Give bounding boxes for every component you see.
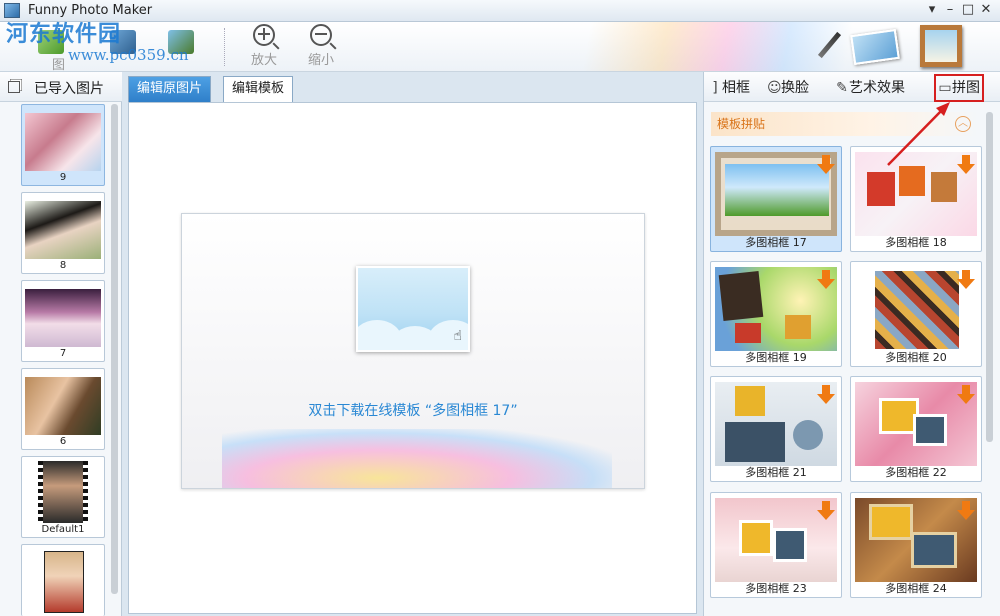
image-thumbnail[interactable]: Default1	[21, 456, 105, 538]
template-caption: 多图相框 22	[885, 466, 947, 479]
download-icon	[817, 155, 835, 175]
thumbnail-caption: 6	[59, 436, 67, 447]
download-icon	[817, 270, 835, 290]
zoom-out-label: 缩小	[307, 53, 334, 68]
maximize-button[interactable]: □	[960, 2, 976, 17]
thumbnail-image	[38, 461, 88, 523]
download-icon	[817, 385, 835, 405]
template-caption: 多图相框 19	[745, 351, 807, 364]
collapse-section-button[interactable]: ︿	[955, 116, 971, 132]
thumbnail-image	[25, 289, 101, 347]
imported-images-header: 已导入图片	[0, 72, 122, 102]
imported-images-title: 已导入图片	[34, 81, 104, 97]
tab-collage-label: 拼图	[952, 80, 980, 96]
tab-frame-label: 相框	[722, 80, 750, 96]
template-caption: 多图相框 24	[885, 582, 947, 595]
thumbnail-caption: 9	[59, 172, 67, 183]
picture-frame-icon	[920, 25, 962, 67]
image-thumbnail[interactable]	[21, 544, 105, 616]
zoom-in-button[interactable]: 放大	[241, 24, 287, 68]
template-item[interactable]: 多图相框 22	[850, 376, 982, 482]
thumbnail-caption: Default1	[41, 524, 85, 535]
title-bar: Funny Photo Maker ▾ – □ ✕	[0, 0, 1000, 22]
effects-tabs: ] 相框 ☺换脸 ✎艺术效果 ▭拼图	[704, 72, 1000, 102]
template-item[interactable]: 多图相框 20	[850, 261, 982, 367]
template-caption: 多图相框 18	[885, 236, 947, 249]
template-caption: 多图相框 21	[745, 466, 807, 479]
frame-icon: ]	[712, 80, 718, 96]
template-item[interactable]: 多图相框 21	[710, 376, 842, 482]
thumbnail-image	[44, 551, 84, 613]
editor-canvas[interactable]: ☝ 双击下载在线模板 “多图相框 17”	[128, 102, 697, 614]
images-icon	[8, 81, 20, 93]
zoom-in-label: 放大	[250, 53, 277, 68]
template-preview-image[interactable]: ☝	[356, 266, 470, 352]
thumbnail-image	[25, 201, 101, 259]
image-thumbnail[interactable]: 8	[21, 192, 105, 274]
zoom-in-icon	[253, 24, 275, 46]
templates-scrollbar[interactable]	[986, 112, 993, 442]
tab-face-swap[interactable]: ☺换脸	[767, 77, 809, 99]
imported-images-panel: 已导入图片 9 8 7 6 Default1	[0, 72, 122, 616]
zoom-out-button[interactable]: 缩小	[298, 24, 344, 68]
template-caption: 多图相框 20	[885, 351, 947, 364]
brush-icon	[815, 30, 843, 58]
tab-art-effects[interactable]: ✎艺术效果	[835, 77, 905, 99]
download-icon	[957, 385, 975, 405]
template-item[interactable]: 多图相框 19	[710, 261, 842, 367]
download-icon	[817, 501, 835, 521]
tab-edit-original[interactable]: 编辑原图片	[128, 76, 212, 102]
template-caption: 多图相框 17	[745, 236, 807, 249]
effects-panel: ] 相框 ☺换脸 ✎艺术效果 ▭拼图 模板拼贴 ︿ 多图相框 17 多图相框 18	[703, 72, 1000, 616]
zoom-out-icon	[310, 24, 332, 46]
download-hint: 双击下载在线模板 “多图相框 17”	[308, 403, 518, 419]
template-item[interactable]: 多图相框 24	[850, 492, 982, 598]
image-thumbnail[interactable]: 6	[21, 368, 105, 450]
editor-area: 编辑原图片 编辑模板 ☝ 双击下载在线模板 “多图相框 17”	[124, 72, 701, 616]
thumbnail-image	[25, 113, 101, 171]
toolbar-separator	[224, 28, 225, 66]
tab-face-swap-label: 换脸	[781, 80, 809, 96]
card-decoration	[222, 429, 612, 488]
hand-cursor-icon: ☝	[453, 328, 462, 344]
image-thumbnail[interactable]: 9	[21, 104, 105, 186]
watermark-text: 河东软件园	[6, 22, 122, 47]
tab-collage[interactable]: ▭拼图	[934, 74, 984, 102]
template-item[interactable]: 多图相框 23	[710, 492, 842, 598]
template-item[interactable]: 多图相框 17	[710, 146, 842, 252]
thumbnail-caption: 7	[59, 348, 67, 359]
download-icon	[957, 155, 975, 175]
face-icon: ☺	[767, 80, 782, 96]
watermark-url: www.pc0359.cn	[68, 46, 189, 64]
tab-edit-template[interactable]: 编辑模板	[223, 76, 294, 102]
import-image-label: 图	[52, 58, 66, 72]
menu-dropdown-button[interactable]: ▾	[924, 2, 940, 17]
close-button[interactable]: ✕	[978, 2, 994, 17]
download-icon	[957, 501, 975, 521]
minimize-button[interactable]: –	[942, 2, 958, 17]
tab-art-effects-label: 艺术效果	[849, 80, 905, 96]
download-icon	[957, 270, 975, 290]
template-download-card[interactable]: ☝ 双击下载在线模板 “多图相框 17”	[181, 213, 645, 489]
magic-wand-icon: ✎	[836, 80, 848, 96]
thumbnail-caption: 8	[59, 260, 67, 271]
collage-icon: ▭	[938, 80, 952, 96]
thumbnails-scrollbar[interactable]	[111, 104, 118, 594]
thumbnail-image	[25, 377, 101, 435]
tab-frame[interactable]: ] 相框	[708, 77, 750, 99]
section-title: 模板拼贴	[711, 112, 979, 136]
template-item[interactable]: 多图相框 18	[850, 146, 982, 252]
template-caption: 多图相框 23	[745, 582, 807, 595]
image-thumbnail[interactable]: 7	[21, 280, 105, 362]
photos-icon	[850, 28, 900, 66]
